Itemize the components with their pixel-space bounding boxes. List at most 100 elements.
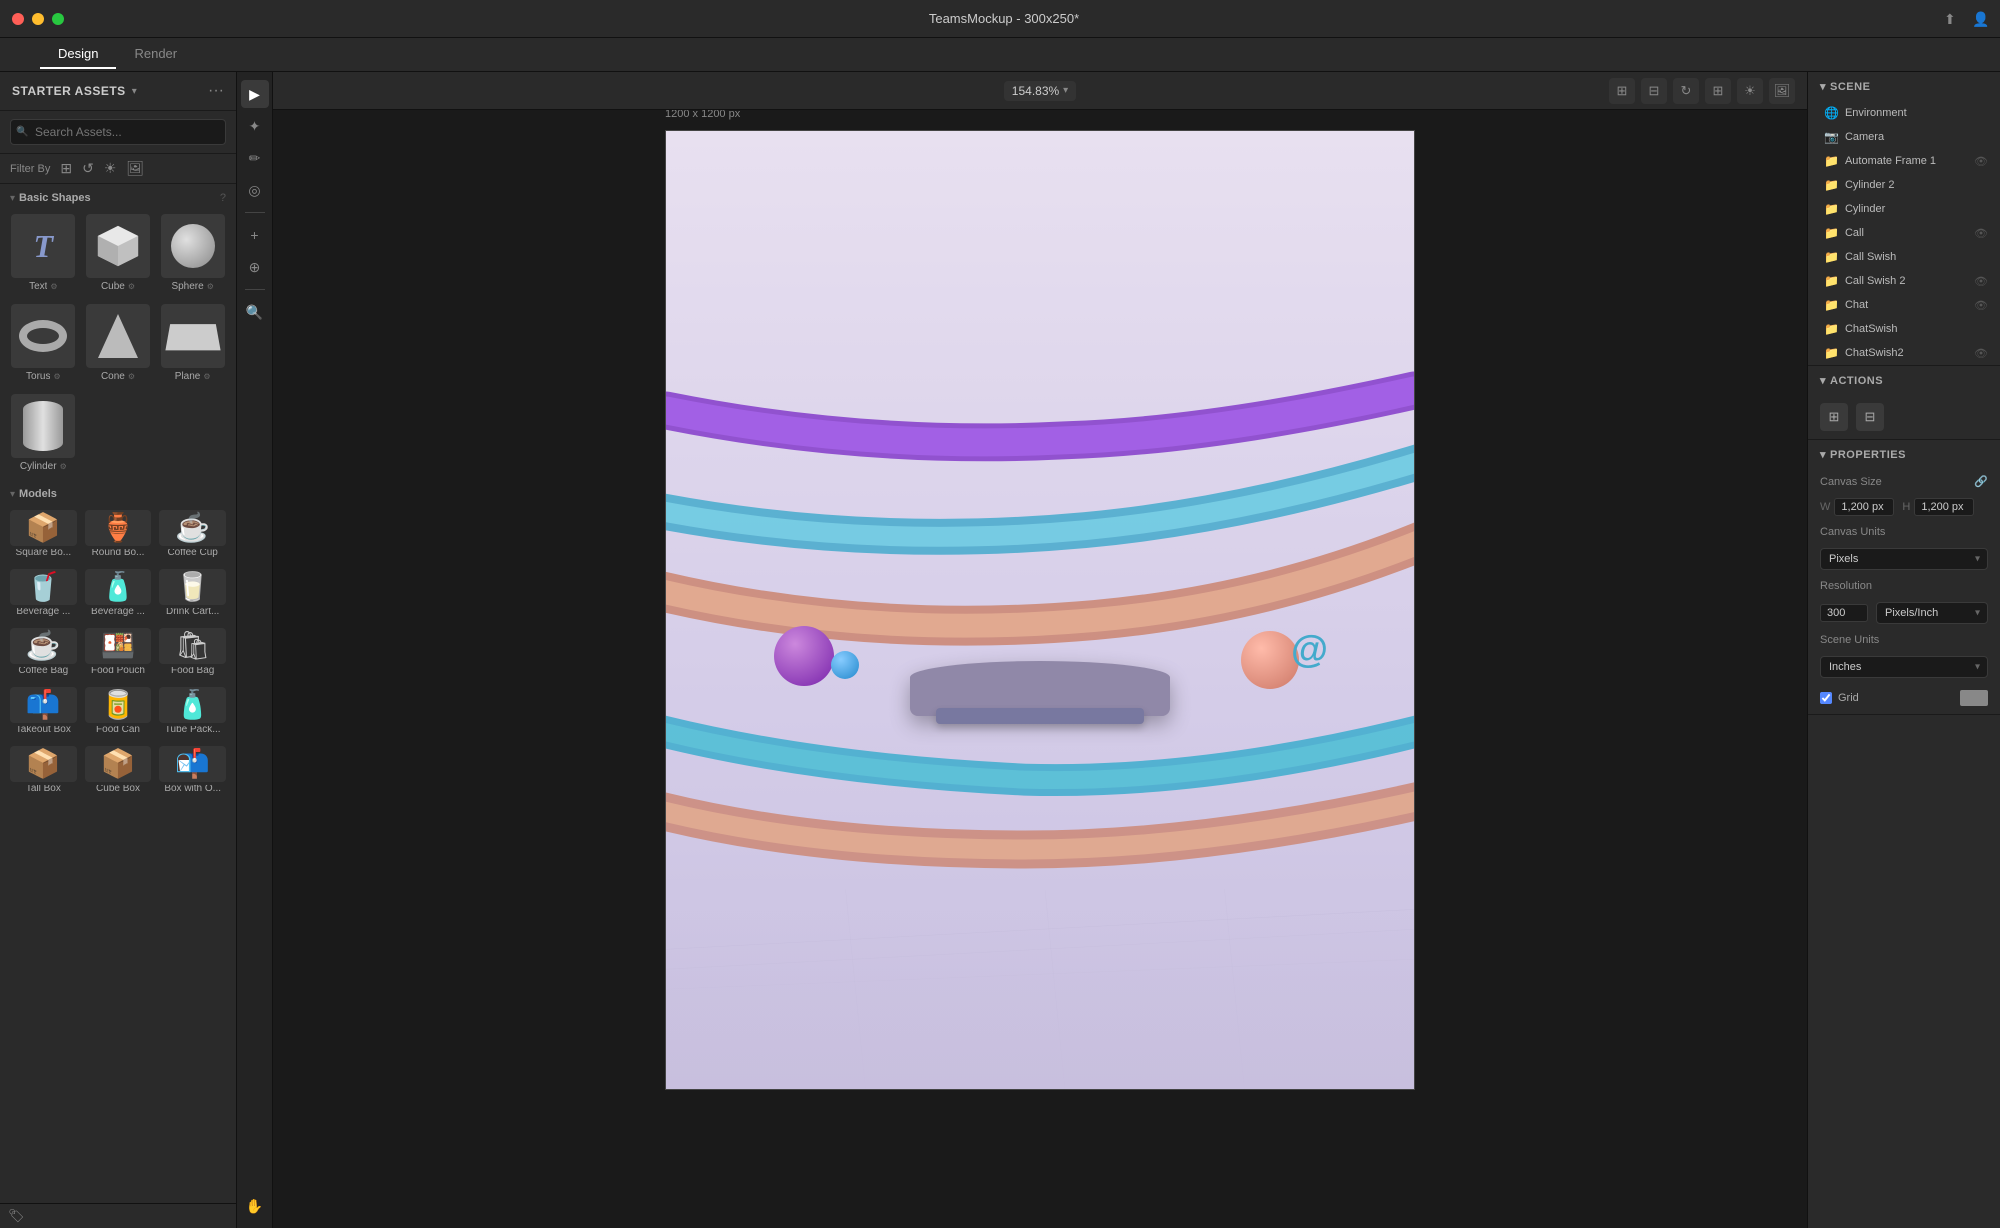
scene-units-select[interactable]: Inches bbox=[1820, 656, 1988, 678]
eye-icon-call[interactable]: 👁 bbox=[1974, 227, 1988, 240]
scene-item-automate-frame-1[interactable]: 📁 Automate Frame 1 👁 bbox=[1808, 149, 2000, 173]
asset-item-food-can[interactable]: 🥫 Food Can bbox=[83, 683, 154, 738]
models-grid: 📦 Square Bo... 🏺 Round Bo... ☕ Coffee Cu… bbox=[0, 504, 236, 801]
canvas-size-label: 1200 x 1200 px bbox=[665, 110, 740, 120]
asset-item-beverage-2[interactable]: 🧴 Beverage ... bbox=[83, 565, 154, 620]
asset-item-tall-box[interactable]: 📦 Tall Box bbox=[8, 742, 79, 797]
eye-icon-chatswish2[interactable]: 👁 bbox=[1974, 347, 1988, 360]
scene-units-row: Scene Units bbox=[1808, 628, 2000, 652]
canvas-icon-image[interactable]: 🖼 bbox=[1769, 78, 1795, 104]
asset-item-tube-pack[interactable]: 🧴 Tube Pack... bbox=[157, 683, 228, 738]
asset-item-cylinder[interactable]: Cylinder ⚙ bbox=[8, 390, 79, 476]
action-button-1[interactable]: ⊞ bbox=[1820, 403, 1848, 431]
section-header-models[interactable]: ▾ Models bbox=[0, 480, 236, 504]
h-input[interactable] bbox=[1914, 498, 1974, 516]
scene-item-camera[interactable]: 📷 Camera bbox=[1808, 125, 2000, 149]
grid-checkbox[interactable] bbox=[1820, 692, 1832, 704]
section-header-basic-shapes[interactable]: ▾ Basic Shapes ? bbox=[0, 184, 236, 208]
canvas-icon-sun[interactable]: ☀ bbox=[1737, 78, 1763, 104]
section-help-icon[interactable]: ? bbox=[220, 192, 226, 204]
filter-icon-rotate[interactable]: ↺ bbox=[82, 160, 94, 177]
scene-item-cylinder2[interactable]: 📁 Cylinder 2 bbox=[1808, 173, 2000, 197]
tool-hand[interactable]: ✋ bbox=[241, 1192, 269, 1220]
scene-item-call-swish-2[interactable]: 📁 Call Swish 2 👁 bbox=[1808, 269, 2000, 293]
asset-item-cone[interactable]: Cone ⚙ bbox=[83, 300, 154, 386]
resolution-unit-select[interactable]: Pixels/Inch bbox=[1876, 602, 1988, 624]
asset-item-food-pouch[interactable]: 🍱 Food Pouch bbox=[83, 624, 154, 679]
filter-icon-image[interactable]: 🖼 bbox=[126, 160, 144, 177]
folder-icon-cyl: 📁 bbox=[1824, 202, 1839, 216]
upload-icon[interactable]: ⬆ bbox=[1944, 11, 1960, 27]
filter-icon-sun[interactable]: ☀ bbox=[104, 160, 117, 177]
asset-item-coffee-bag[interactable]: ☕ Coffee Bag bbox=[8, 624, 79, 679]
asset-thumb-cone bbox=[86, 304, 150, 368]
asset-item-coffee-cup[interactable]: ☕ Coffee Cup bbox=[157, 506, 228, 561]
asset-item-takeout-box[interactable]: 📫 Takeout Box bbox=[8, 683, 79, 738]
canvas-viewport[interactable]: 1200 x 1200 px bbox=[273, 110, 1807, 1228]
asset-tune-cone: ⚙ bbox=[128, 372, 135, 381]
canvas-icon-rotate[interactable]: ↻ bbox=[1673, 78, 1699, 104]
sidebar-chevron-icon[interactable]: ▾ bbox=[132, 86, 137, 97]
sidebar-more-button[interactable]: ··· bbox=[208, 82, 224, 100]
tab-render[interactable]: Render bbox=[116, 40, 195, 69]
tool-transform[interactable]: ✦ bbox=[241, 112, 269, 140]
asset-item-cube[interactable]: Cube ⚙ bbox=[83, 210, 154, 296]
actions-section-header[interactable]: ▾ ACTIONS bbox=[1808, 366, 2000, 395]
canvas-icon-plus[interactable]: ⊞ bbox=[1705, 78, 1731, 104]
tool-search[interactable]: 🔍 bbox=[241, 298, 269, 326]
w-input[interactable] bbox=[1834, 498, 1894, 516]
canvas-size-link-icon[interactable]: 🔗 bbox=[1974, 475, 1988, 488]
scene-item-chat[interactable]: 📁 Chat 👁 bbox=[1808, 293, 2000, 317]
scene-item-call-swish[interactable]: 📁 Call Swish bbox=[1808, 245, 2000, 269]
asset-item-torus[interactable]: Torus ⚙ bbox=[8, 300, 79, 386]
resolution-input[interactable] bbox=[1820, 604, 1868, 622]
asset-thumb-sphere bbox=[161, 214, 225, 278]
scene-item-chatswish[interactable]: 📁 ChatSwish bbox=[1808, 317, 2000, 341]
filter-row: Filter By ⊞ ↺ ☀ 🖼 bbox=[0, 154, 236, 184]
properties-section-header[interactable]: ▾ PROPERTIES bbox=[1808, 440, 2000, 469]
close-button[interactable] bbox=[12, 13, 24, 25]
asset-tune-cylinder: ⚙ bbox=[60, 462, 67, 471]
asset-item-drink-cart[interactable]: 🥛 Drink Cart... bbox=[157, 565, 228, 620]
asset-item-plane[interactable]: Plane ⚙ bbox=[157, 300, 228, 386]
zoom-chevron-icon: ▾ bbox=[1063, 85, 1068, 96]
profile-icon[interactable]: 👤 bbox=[1972, 11, 1988, 27]
asset-item-square-box[interactable]: 📦 Square Bo... bbox=[8, 506, 79, 561]
asset-item-sphere[interactable]: Sphere ⚙ bbox=[157, 210, 228, 296]
scene-item-af1-left: 📁 Automate Frame 1 bbox=[1824, 154, 1936, 168]
at-symbol-icon: @ bbox=[1291, 629, 1328, 672]
eye-icon-cs2[interactable]: 👁 bbox=[1974, 275, 1988, 288]
asset-item-box-with-o[interactable]: 📬 Box with O... bbox=[157, 742, 228, 797]
maximize-button[interactable] bbox=[52, 13, 64, 25]
scene-item-call[interactable]: 📁 Call 👁 bbox=[1808, 221, 2000, 245]
canvas-frame-wrapper: 1200 x 1200 px bbox=[665, 130, 1415, 1090]
tool-plus-circle[interactable]: ⊕ bbox=[241, 253, 269, 281]
grid-color-swatch[interactable] bbox=[1960, 690, 1988, 706]
asset-item-beverage-1[interactable]: 🥤 Beverage ... bbox=[8, 565, 79, 620]
scene-section-header[interactable]: ▾ SCENE bbox=[1808, 72, 2000, 101]
eye-icon-af1[interactable]: 👁 bbox=[1974, 155, 1988, 168]
sidebar-bottom-icon[interactable]: 🏷 bbox=[8, 1208, 25, 1224]
scene-units-select-row: Inches bbox=[1808, 652, 2000, 682]
tool-circle[interactable]: ◎ bbox=[241, 176, 269, 204]
search-input[interactable] bbox=[10, 119, 226, 145]
filter-icon-shapes[interactable]: ⊞ bbox=[60, 160, 72, 177]
tool-select[interactable]: ▶ bbox=[241, 80, 269, 108]
canvas-units-select[interactable]: Pixels bbox=[1820, 548, 1988, 570]
scene-item-chatswish2[interactable]: 📁 ChatSwish2 👁 bbox=[1808, 341, 2000, 365]
minimize-button[interactable] bbox=[32, 13, 44, 25]
asset-item-round-box[interactable]: 🏺 Round Bo... bbox=[83, 506, 154, 561]
canvas-icon-transform[interactable]: ⊟ bbox=[1641, 78, 1667, 104]
asset-item-text[interactable]: T Text ⚙ bbox=[8, 210, 79, 296]
tool-pen[interactable]: ✏ bbox=[241, 144, 269, 172]
scene-item-environment[interactable]: 🌐 Environment bbox=[1808, 101, 2000, 125]
eye-icon-chat[interactable]: 👁 bbox=[1974, 299, 1988, 312]
action-button-2[interactable]: ⊟ bbox=[1856, 403, 1884, 431]
asset-item-food-bag[interactable]: 🛍 Food Bag bbox=[157, 624, 228, 679]
scene-item-cylinder[interactable]: 📁 Cylinder bbox=[1808, 197, 2000, 221]
asset-item-cube-box[interactable]: 📦 Cube Box bbox=[83, 742, 154, 797]
tool-add[interactable]: + bbox=[241, 221, 269, 249]
zoom-control[interactable]: 154.83% ▾ bbox=[1004, 81, 1076, 101]
tab-design[interactable]: Design bbox=[40, 40, 116, 69]
canvas-icon-grid[interactable]: ⊞ bbox=[1609, 78, 1635, 104]
